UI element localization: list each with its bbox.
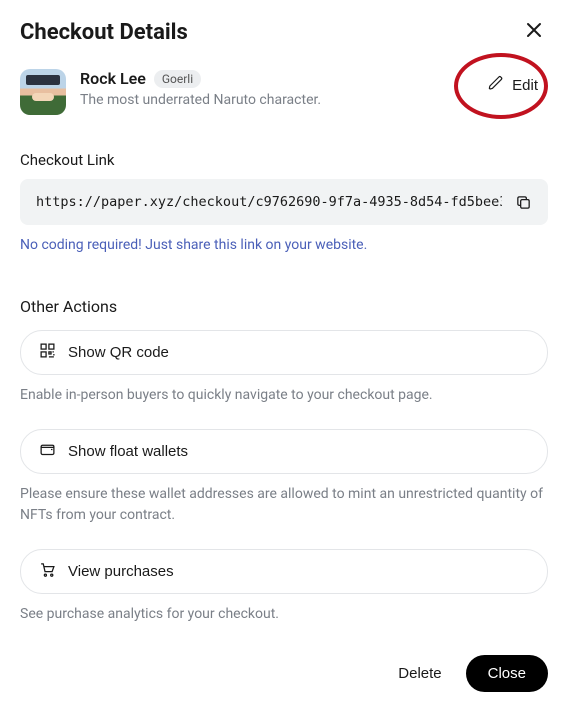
delete-button[interactable]: Delete	[398, 665, 441, 682]
item-name: Rock Lee	[80, 69, 146, 88]
show-qr-label: Show QR code	[68, 344, 169, 361]
page-title: Checkout Details	[20, 20, 548, 45]
checkout-link-text: https://paper.xyz/checkout/c9762690-9f7a…	[36, 194, 502, 210]
checkout-link-label: Checkout Link	[20, 151, 548, 169]
cart-icon	[39, 561, 56, 582]
wallet-icon	[39, 441, 56, 462]
footer: Delete Close	[398, 655, 548, 692]
close-button[interactable]: Close	[466, 655, 548, 692]
view-purchases-button[interactable]: View purchases	[20, 549, 548, 594]
show-float-wallets-helper: Please ensure these wallet addresses are…	[20, 484, 548, 525]
show-float-wallets-button[interactable]: Show float wallets	[20, 429, 548, 474]
show-qr-helper: Enable in-person buyers to quickly navig…	[20, 385, 548, 405]
network-badge: Goerli	[154, 70, 201, 88]
checkout-link-helper: No coding required! Just share this link…	[20, 237, 548, 253]
close-icon[interactable]	[524, 20, 544, 40]
edit-button[interactable]: Edit	[478, 69, 548, 101]
item-header: Rock Lee Goerli The most underrated Naru…	[20, 69, 548, 115]
view-purchases-helper: See purchase analytics for your checkout…	[20, 604, 548, 624]
show-qr-button[interactable]: Show QR code	[20, 330, 548, 375]
other-actions-title: Other Actions	[20, 297, 548, 316]
copy-icon[interactable]	[514, 193, 532, 211]
item-description: The most underrated Naruto character.	[80, 92, 321, 108]
view-purchases-label: View purchases	[68, 563, 174, 580]
edit-button-label: Edit	[512, 77, 538, 94]
item-avatar	[20, 69, 66, 115]
pencil-icon	[488, 75, 504, 95]
show-float-wallets-label: Show float wallets	[68, 443, 188, 460]
qr-icon	[39, 342, 56, 363]
checkout-link-box: https://paper.xyz/checkout/c9762690-9f7a…	[20, 179, 548, 225]
